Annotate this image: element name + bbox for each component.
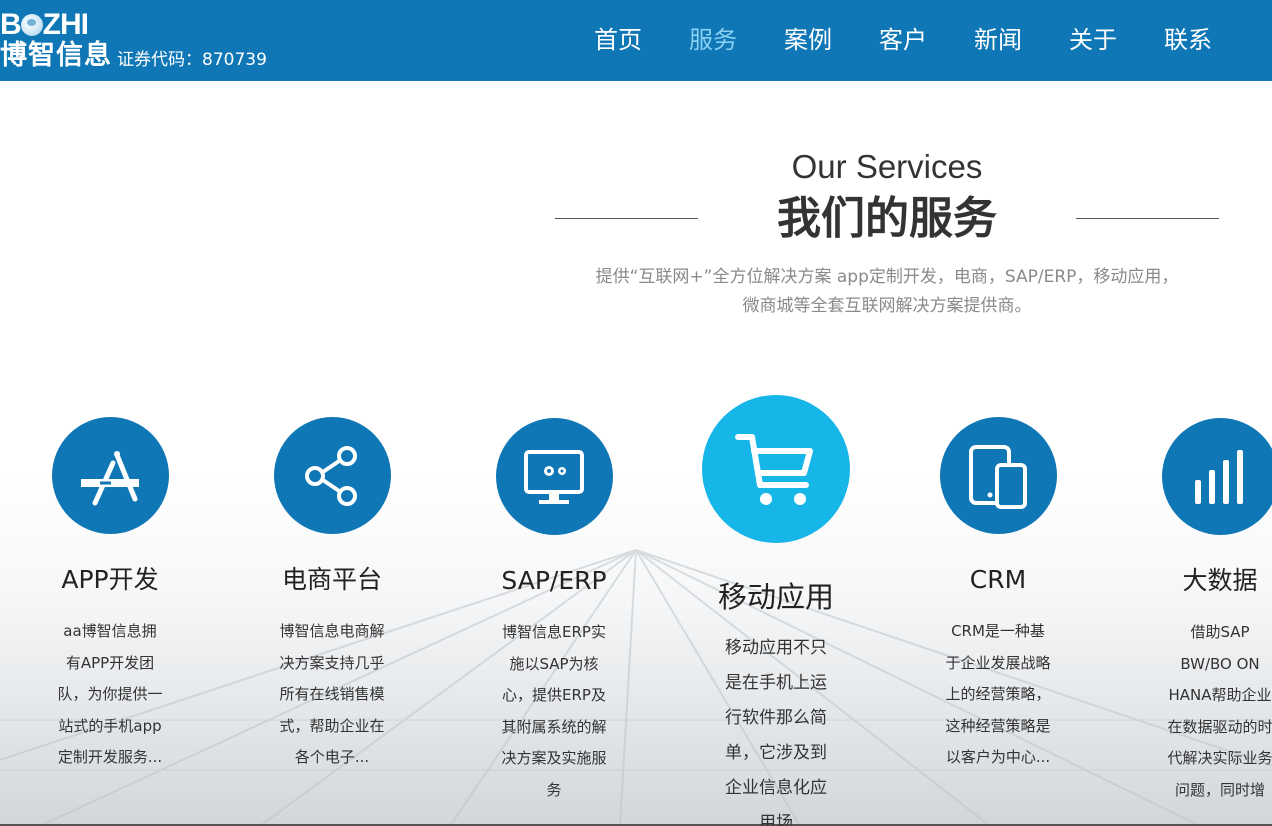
logo-wordmark: B ZHI xyxy=(0,8,89,41)
nav-item-clients[interactable]: 客户 xyxy=(879,24,927,56)
nav-item-home[interactable]: 首页 xyxy=(594,24,642,56)
service-mobile-apps[interactable]: 移动应用 移动应用不只是在手机上运行软件那么简单，它涉及到企业信息化应用场 xyxy=(701,395,851,826)
monitor-gears-icon xyxy=(524,449,584,504)
nav-item-about[interactable]: 关于 xyxy=(1069,24,1117,56)
service-circle[interactable] xyxy=(51,417,169,534)
service-sap-erp[interactable]: SAP/ERP 博智信息ERP实施以SAP为核心，提供ERP及其附属系统的解决方… xyxy=(494,418,614,806)
app-store-icon xyxy=(81,450,139,505)
service-circle-active[interactable] xyxy=(702,395,850,543)
service-title: SAP/ERP xyxy=(501,566,607,595)
service-title: 大数据 xyxy=(1182,566,1258,595)
section-title-cn: 我们的服务 xyxy=(777,193,997,244)
tablet-phone-icon xyxy=(969,444,1027,509)
service-title: APP开发 xyxy=(61,565,159,594)
section-subtitle: 提供“互联网+”全方位解决方案 app定制开发，电商，SAP/ERP，移动应用，… xyxy=(595,267,1179,316)
nav-item-services[interactable]: 服务 xyxy=(689,24,737,56)
section-title-en: Our Services xyxy=(791,148,983,185)
service-circle[interactable] xyxy=(495,418,613,535)
service-app-development[interactable]: APP开发 aa博智信息拥有APP开发团队，为你提供一站式的手机app定制开发服… xyxy=(50,417,170,774)
service-big-data[interactable]: 大数据 借助SAP BW/BO ON HANA帮助企业在数据驱动的时代解决实际业… xyxy=(1160,418,1272,806)
service-circle[interactable] xyxy=(1161,418,1272,535)
main-nav: 首页 服务 案例 客户 新闻 关于 联系 xyxy=(547,24,1212,56)
service-description: 移动应用不只是在手机上运行软件那么简单，它涉及到企业信息化应用场 xyxy=(725,638,827,826)
service-crm[interactable]: CRM CRM是一种基于企业发展战略上的经营策略，这种经营策略是以客户为中心..… xyxy=(938,417,1058,774)
service-description: aa博智信息拥有APP开发团队，为你提供一站式的手机app定制开发服务... xyxy=(57,622,163,766)
service-title: 移动应用 xyxy=(717,580,834,614)
service-description: 博智信息ERP实施以SAP为核心，提供ERP及其附属系统的解决方案及实施服务 xyxy=(501,623,607,799)
wood-floor-background xyxy=(0,470,1272,826)
service-ecommerce[interactable]: 电商平台 博智信息电商解决方案支持几乎所有在线销售模式，帮助企业在各个电子... xyxy=(272,417,392,774)
bar-chart-icon xyxy=(1195,449,1243,504)
logo-chinese-name: 博智信息 xyxy=(0,40,112,71)
service-description: 借助SAP BW/BO ON HANA帮助企业在数据驱动的时代解决实际业务问题，… xyxy=(1167,623,1272,799)
stock-code: 证券代码：870739 xyxy=(117,50,267,70)
service-circle[interactable] xyxy=(939,417,1057,534)
service-title: CRM xyxy=(969,565,1027,594)
service-circle[interactable] xyxy=(273,417,391,534)
service-description: CRM是一种基于企业发展战略上的经营策略，这种经营策略是以客户为中心... xyxy=(945,622,1051,766)
logo[interactable]: B ZHI 博智信息 证券代码：870739 xyxy=(0,8,290,74)
title-divider-right xyxy=(1076,218,1219,219)
shopping-cart-icon xyxy=(735,434,813,505)
globe-icon xyxy=(20,14,43,36)
nav-item-cases[interactable]: 案例 xyxy=(784,24,832,56)
nav-item-news[interactable]: 新闻 xyxy=(974,24,1022,56)
service-description: 博智信息电商解决方案支持几乎所有在线销售模式，帮助企业在各个电子... xyxy=(279,622,385,766)
nav-item-contact[interactable]: 联系 xyxy=(1164,24,1212,56)
share-icon xyxy=(305,445,357,506)
service-title: 电商平台 xyxy=(281,565,382,594)
site-header: B ZHI 博智信息 证券代码：870739 首页 服务 案例 客户 新闻 关于 … xyxy=(0,0,1272,81)
title-divider-left xyxy=(555,218,698,219)
